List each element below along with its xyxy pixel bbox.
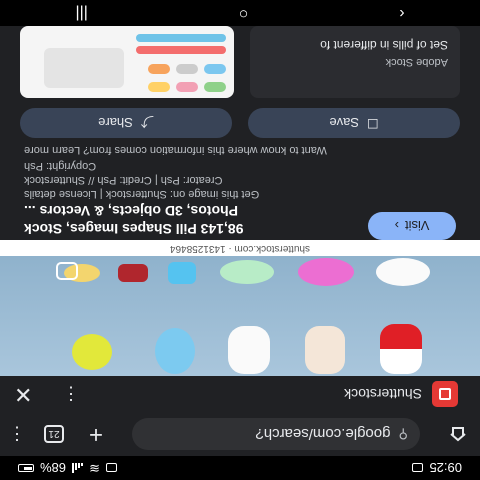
- home-circle-icon[interactable]: ○: [239, 4, 249, 22]
- save-label: Save: [329, 115, 359, 131]
- bookmark-icon: ☐: [367, 116, 379, 131]
- license-line[interactable]: Get this image on: Shutterstock | Licens…: [24, 188, 456, 200]
- google-lens-icon[interactable]: [56, 262, 78, 280]
- related-source: Adobe Stock: [385, 56, 448, 68]
- pill-pink: [298, 258, 354, 286]
- home-icon[interactable]: [448, 424, 468, 444]
- status-bar: 09:25 ≋ 68%: [0, 456, 480, 480]
- related-results: Set of pills in different fo Adobe Stock: [0, 26, 480, 98]
- pill-red-triangle: [118, 264, 148, 282]
- copyright-line: Copyright: Psh: [24, 160, 97, 172]
- share-label: Share: [98, 115, 133, 131]
- creator-line: Creator: Psh | Credit: Psh // Shuttersto…: [24, 174, 223, 186]
- browser-menu-icon[interactable]: ⋮: [8, 424, 26, 445]
- pill-white-capsule: [228, 326, 270, 374]
- image-caption: shutterstock.com · 1431258464: [0, 240, 480, 256]
- source-bar: Shutterstock ⋮ ✕: [0, 376, 480, 412]
- signal-icon: [72, 463, 84, 473]
- related-info-card[interactable]: Set of pills in different fo Adobe Stock: [250, 26, 460, 98]
- pill-white-round: [376, 258, 430, 286]
- visit-label: Visit: [405, 218, 430, 234]
- save-button[interactable]: ☐ Save: [248, 108, 460, 138]
- battery-percent: 68%: [40, 460, 67, 476]
- close-icon[interactable]: ✕: [14, 381, 38, 407]
- info-source-line[interactable]: Want to know where this information come…: [24, 144, 456, 156]
- battery-icon: [18, 464, 34, 472]
- pill-red-white-capsule: [380, 324, 422, 374]
- share-icon: ⤴: [140, 114, 154, 130]
- pill-yellow: [72, 334, 112, 370]
- tab-switcher-button[interactable]: 21: [44, 425, 64, 443]
- new-tab-button[interactable]: +: [82, 420, 110, 448]
- source-name: Shutterstock: [344, 386, 422, 402]
- result-title-line1: 98,143 Pill Shapes Images, Stock: [24, 221, 244, 237]
- gallery-notification-icon: [412, 463, 424, 473]
- android-nav-bar: ‹ ○ |||: [0, 0, 480, 26]
- related-title: Set of pills in different fo: [320, 38, 448, 52]
- more-options-icon[interactable]: ⋮: [62, 384, 80, 405]
- browser-toolbar: ⚲ google.com/search? + 21 ⋮: [0, 412, 480, 456]
- visit-button[interactable]: Visit ›: [368, 212, 456, 240]
- pill-blue-diamond: [168, 262, 196, 284]
- notification-icon: [105, 463, 117, 473]
- back-icon[interactable]: ‹: [399, 4, 404, 22]
- chevron-right-icon: ›: [394, 218, 400, 234]
- site-settings-icon[interactable]: ⚲: [398, 426, 408, 442]
- result-title-line2: Photos, 3D objects, & Vectors ...: [24, 203, 238, 219]
- recents-icon[interactable]: |||: [75, 4, 87, 22]
- wifi-icon: ≋: [89, 461, 100, 476]
- share-button[interactable]: ⤴ Share: [20, 108, 232, 138]
- pill-peach-capsule: [305, 326, 345, 374]
- result-title[interactable]: 98,143 Pill Shapes Images, Stock Photos,…: [24, 202, 362, 238]
- url-text: google.com/search?: [255, 425, 391, 443]
- pill-blue-oval: [155, 328, 195, 374]
- address-bar[interactable]: ⚲ google.com/search?: [132, 418, 420, 450]
- related-thumbnail[interactable]: [20, 26, 234, 98]
- shutterstock-logo-icon: [432, 381, 458, 407]
- clock: 09:25: [429, 460, 462, 476]
- pill-green: [220, 260, 274, 284]
